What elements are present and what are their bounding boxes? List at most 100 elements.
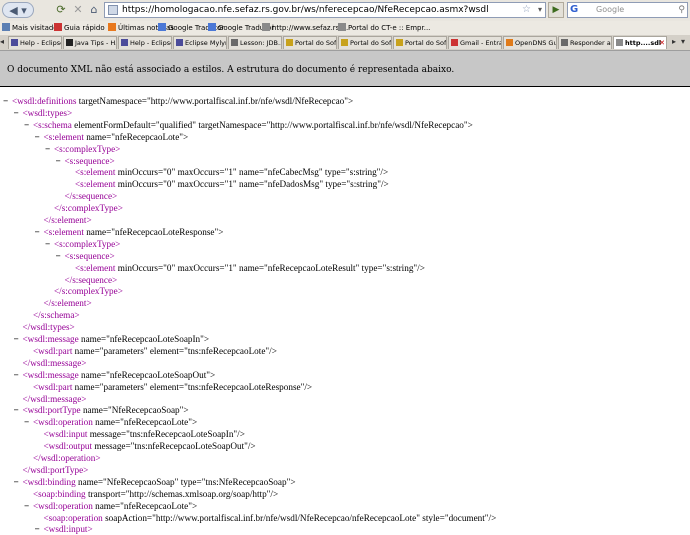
google-logo-icon[interactable]: G [570,3,578,17]
xml-attributes: name="nfeRecepcaoLote"> [83,131,189,142]
tab[interactable]: Responder a ... [558,36,612,49]
xml-tag: <wsdl:input [43,429,88,440]
collapse-toggle-icon[interactable]: − [45,238,54,250]
bookmark-star-icon[interactable]: ☆ [522,3,531,17]
collapse-toggle-icon[interactable]: − [3,95,12,107]
tab[interactable]: OpenDNS Gu... [503,36,557,49]
xml-line: </s:sequence> [65,274,118,286]
xml-info-banner: O documento XML não está associado a est… [0,51,690,87]
tab-favicon-icon [506,39,513,46]
xml-tag: <s:element [43,226,84,237]
collapse-toggle-icon[interactable]: − [35,523,44,535]
xml-line: − <wsdl:portType name="NfeRecepcaoSoap"> [14,404,189,416]
tab[interactable]: Gmail - Entra... [448,36,502,49]
tab-label: http....sdl [625,39,662,47]
xml-line: − <wsdl:binding name="NfeRecepcaoSoap" ty… [14,476,296,488]
url-bar[interactable]: https://homologacao.nfe.sefaz.rs.gov.br/… [104,2,546,18]
bookmark-label: Portal do CT-e :: Empr... [348,24,431,32]
xml-tag: <wsdl:part [33,345,73,356]
xml-info-text: O documento XML não está associado a est… [7,65,455,75]
stop-button[interactable]: ✕ [70,2,86,18]
page-icon [262,23,270,31]
xml-tag: <s:element [75,262,116,273]
bookmark-item[interactable]: Guia rápido [54,22,105,34]
tab-favicon-icon [11,39,18,46]
tab-label: Help - Eclipse... [20,39,61,47]
collapse-toggle-icon[interactable]: − [35,131,44,143]
collapse-toggle-icon[interactable]: − [14,369,23,381]
search-placeholder: Google [596,5,625,14]
xml-line: </s:sequence> [65,190,118,202]
url-text[interactable]: https://homologacao.nfe.sefaz.rs.gov.br/… [122,3,489,17]
collapse-toggle-icon[interactable]: − [14,107,23,119]
tabs-scroll-right-icon[interactable]: ▸ [672,37,676,46]
tab-close-icon[interactable]: ✕ [659,37,665,49]
xml-tag: <soap:operation [43,512,103,523]
back-button[interactable]: ◀ ▾ [2,2,34,18]
reload-button[interactable]: ⟳ [53,2,69,18]
xml-tag: </wsdl:portType> [22,464,89,475]
tab-favicon-icon [451,39,458,46]
home-button[interactable]: ⌂ [86,2,102,18]
xml-tag: <wsdl:operation [33,500,93,511]
collapse-toggle-icon[interactable]: − [14,476,23,488]
go-button[interactable]: ▶ [548,2,564,18]
tab-label: Portal do Sof... [295,39,336,47]
tab-favicon-icon [341,39,348,46]
bookmark-item[interactable]: Portal do CT-e :: Empr... [338,22,430,34]
bookmark-item[interactable]: Mais visitados [2,22,61,34]
tab[interactable]: Lesson: JDB... [228,36,282,49]
bookmarks-toolbar: Mais visitados Guia rápido Últimas notícia… [0,21,690,36]
search-icon[interactable]: ⚲ [678,3,685,17]
xml-tag: <wsdl:types> [22,107,73,118]
tabs-list-icon[interactable]: ▾ [681,37,685,46]
xml-tag: </wsdl:message> [22,357,87,368]
tab[interactable]: Portal do Sof... [283,36,337,49]
collapse-toggle-icon[interactable]: − [56,155,65,167]
tab-favicon-icon [396,39,403,46]
collapse-toggle-icon[interactable]: − [35,226,44,238]
search-box[interactable]: G Google ⚲ [567,2,688,18]
url-dropdown-icon[interactable]: ▾ [538,3,542,17]
collapse-toggle-icon[interactable]: − [24,500,33,512]
tab[interactable]: Help - Eclipse... [118,36,172,49]
collapse-toggle-icon[interactable]: − [24,416,33,428]
tab-label: Gmail - Entra... [460,39,501,47]
bookmark-label: Guia rápido [64,24,105,32]
xml-tag: <s:complexType> [54,143,121,154]
collapse-toggle-icon[interactable]: − [14,404,23,416]
xml-tag: <wsdl:message [22,369,79,380]
tab-active[interactable]: http....sdl ✕ [613,36,667,49]
xml-attributes: soapAction="http://www.portalfiscal.inf.… [102,512,497,523]
xml-tag: <wsdl:portType [22,405,81,416]
xml-tag: <wsdl:message [22,334,79,344]
xml-attributes: transport="http://schemas.xmlsoap.org/so… [85,488,279,499]
tab[interactable]: Help - Eclipse... [8,36,62,49]
xml-line: <wsdl:output message="tns:nfeRecepcaoLot… [44,440,256,452]
tab-favicon-icon [66,39,73,46]
xml-attributes: name="nfeRecepcaoLoteSoapIn"> [78,334,210,344]
tab-favicon-icon [231,39,238,46]
xml-line: </s:element> [44,214,92,226]
xml-tag: <soap:binding [33,488,86,499]
bookmark-item[interactable]: http://www.sefaz.rs.... [262,22,348,34]
xml-attributes: name="nfeRecepcaoLote"> [92,500,198,511]
tab-label: Eclipse Mylyn... [185,39,226,47]
collapse-toggle-icon[interactable]: − [14,333,23,345]
tab[interactable]: Java Tips - H... [63,36,117,49]
tab-favicon-icon [561,39,568,46]
xml-line: − <wsdl:message name="nfeRecepcaoLoteSoap… [14,333,210,345]
rss-icon [108,23,116,31]
collapse-toggle-icon[interactable]: − [56,250,65,262]
tab[interactable]: Portal do Sof... [338,36,392,49]
xml-line: <soap:binding transport="http://schemas.… [33,488,278,500]
collapse-toggle-icon[interactable]: − [24,119,33,131]
xml-attributes: name="nfeRecepcaoLoteResponse"> [83,226,224,237]
tabs-scroll-left-icon[interactable]: ◂ [0,37,4,46]
tab[interactable]: Portal do Sof... [393,36,447,49]
xml-tag: <s:element [75,167,116,178]
tab[interactable]: Eclipse Mylyn... [173,36,227,49]
collapse-toggle-icon[interactable]: − [45,143,54,155]
xml-attributes: name="NfeRecepcaoSoap"> [80,405,189,416]
xml-line: </s:complexType> [54,202,123,214]
